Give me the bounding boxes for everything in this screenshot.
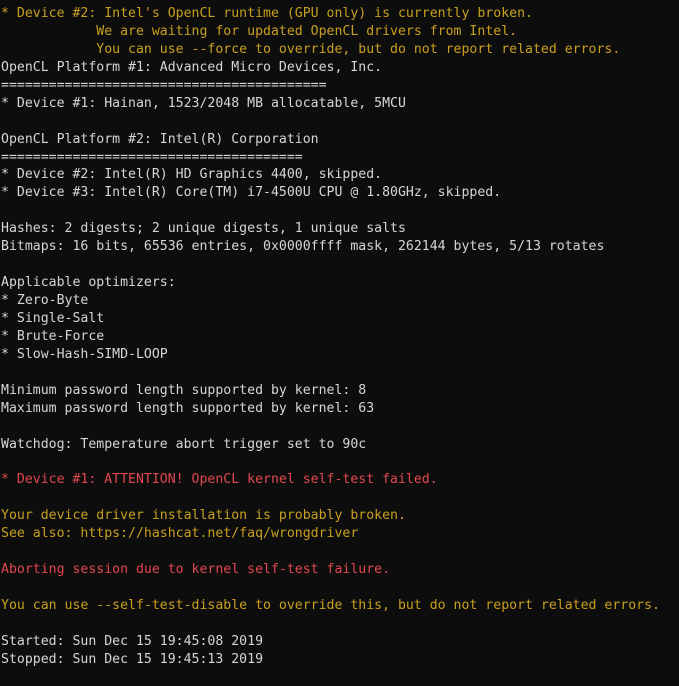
terminal-line: * Device #1: Hainan, 1523/2048 MB alloca…: [1, 95, 406, 111]
terminal-line: ========================================…: [1, 77, 327, 93]
terminal-line: See also: https://hashcat.net/faq/wrongd…: [1, 526, 359, 542]
terminal-line: * Device #1: ATTENTION! OpenCL kernel se…: [1, 472, 438, 488]
terminal-line: You can use --force to override, but do …: [1, 41, 621, 57]
terminal-line: * Single-Salt: [1, 310, 105, 326]
terminal-output[interactable]: * Device #2: Intel's OpenCL runtime (GPU…: [0, 0, 679, 686]
terminal-line: Hashes: 2 digests; 2 unique digests, 1 u…: [1, 221, 406, 237]
terminal-line: * Device #2: Intel's OpenCL runtime (GPU…: [1, 6, 533, 21]
terminal-line: Bitmaps: 16 bits, 65536 entries, 0x0000f…: [1, 239, 605, 255]
terminal-line: OpenCL Platform #1: Advanced Micro Devic…: [1, 59, 383, 75]
terminal-line: Applicable optimizers:: [1, 275, 176, 291]
terminal-line: Maximum password length supported by ker…: [1, 400, 375, 416]
terminal-line: Watchdog: Temperature abort trigger set …: [1, 436, 367, 452]
terminal-line: * Zero-Byte: [1, 293, 89, 308]
terminal-line: We are waiting for updated OpenCL driver…: [1, 23, 518, 39]
terminal-line: Started: Sun Dec 15 19:45:08 2019: [1, 633, 264, 649]
terminal-line: * Device #2: Intel(R) HD Graphics 4400, …: [1, 167, 383, 183]
terminal-line: ======================================: [1, 149, 303, 165]
terminal-line: Your device driver installation is proba…: [1, 508, 406, 524]
terminal-line: Stopped: Sun Dec 15 19:45:13 2019: [1, 651, 264, 667]
terminal-line: OpenCL Platform #2: Intel(R) Corporation: [1, 131, 319, 147]
terminal-line: * Slow-Hash-SIMD-LOOP: [1, 346, 168, 362]
terminal-line: * Brute-Force: [1, 328, 105, 344]
terminal-line: * Device #3: Intel(R) Core(TM) i7-4500U …: [1, 185, 502, 201]
terminal-line: Aborting session due to kernel self-test…: [1, 562, 391, 578]
terminal-line: You can use --self-test-disable to overr…: [1, 597, 660, 613]
terminal-line: Minimum password length supported by ker…: [1, 382, 367, 398]
